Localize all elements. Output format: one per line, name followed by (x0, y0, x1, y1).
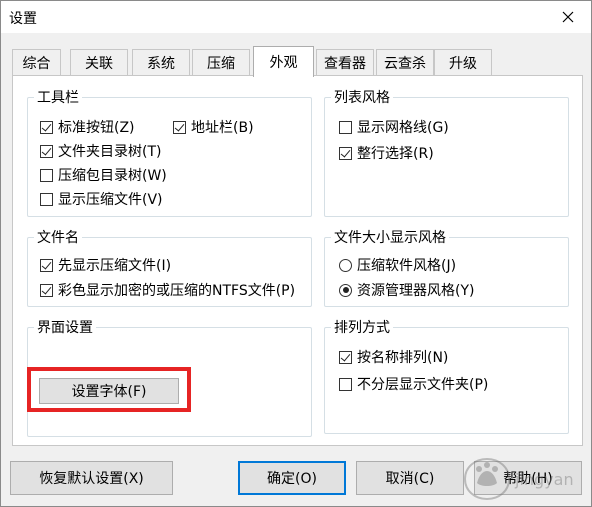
archive-tree-label: 压缩包目录树(W) (58, 168, 167, 184)
folder-tree-label: 文件夹目录树(T) (58, 144, 162, 160)
checkbox-unchecked-icon (40, 168, 53, 182)
checkbox-unchecked-icon (339, 120, 352, 134)
help-button[interactable]: 帮助(H) (474, 461, 582, 495)
folder-tree-checkbox[interactable]: 文件夹目录树(T) (40, 141, 161, 161)
row-select-checkbox[interactable]: 整行选择(R) (339, 143, 434, 163)
archive-tree-checkbox[interactable]: 压缩包目录树(W) (40, 165, 167, 185)
filename-group: 文件名 先显示压缩文件(I) 彩色显示加密的或压缩的NTFS文件(P) (27, 227, 312, 307)
tab-system[interactable]: 系统 (132, 49, 190, 76)
close-icon (562, 11, 574, 23)
size-style-group: 文件大小显示风格 压缩软件风格(J) 资源管理器风格(Y) (324, 227, 569, 307)
show-archives-label: 显示压缩文件(V) (58, 192, 163, 208)
cancel-button[interactable]: 取消(C) (356, 461, 464, 495)
explorer-style-label: 资源管理器风格(Y) (357, 283, 475, 299)
checkbox-checked-icon (339, 350, 352, 364)
color-ntfs-checkbox[interactable]: 彩色显示加密的或压缩的NTFS文件(P) (40, 280, 295, 300)
tab-appearance[interactable]: 外观 (253, 46, 314, 77)
highlight-box (27, 367, 191, 412)
no-folder-layer-checkbox[interactable]: 不分层显示文件夹(P) (339, 374, 488, 394)
by-name-label: 按名称排列(N) (357, 350, 449, 366)
checkbox-checked-icon (40, 258, 53, 272)
sort-group: 排列方式 按名称排列(N) 不分层显示文件夹(P) (324, 317, 569, 434)
show-archives-checkbox[interactable]: 显示压缩文件(V) (40, 189, 163, 209)
radio-selected-icon (339, 283, 352, 297)
by-name-checkbox[interactable]: 按名称排列(N) (339, 347, 448, 367)
std-buttons-label: 标准按钮(Z) (58, 120, 135, 136)
tab-compress[interactable]: 压缩 (192, 49, 250, 76)
checkbox-checked-icon (173, 120, 186, 134)
settings-dialog: 设置 综合 关联 系统 压缩 外观 查看器 云查杀 升级 工具栏 标准按钮(Z)… (0, 0, 592, 507)
tab-general[interactable]: 综合 (12, 49, 61, 76)
filename-group-title: 文件名 (34, 227, 82, 247)
no-folder-layer-label: 不分层显示文件夹(P) (357, 377, 489, 393)
color-ntfs-label: 彩色显示加密的或压缩的NTFS文件(P) (58, 283, 296, 299)
checkbox-checked-icon (40, 283, 53, 297)
archives-first-label: 先显示压缩文件(I) (58, 258, 172, 274)
close-button[interactable] (545, 1, 591, 33)
checkbox-checked-icon (339, 146, 352, 160)
ok-button[interactable]: 确定(O) (238, 461, 346, 495)
compress-style-radio[interactable]: 压缩软件风格(J) (339, 255, 456, 275)
list-style-group-title: 列表风格 (331, 87, 393, 107)
explorer-style-radio[interactable]: 资源管理器风格(Y) (339, 280, 474, 300)
compress-style-label: 压缩软件风格(J) (357, 258, 457, 274)
toolbar-group: 工具栏 标准按钮(Z) 地址栏(B) 文件夹目录树(T) 压缩包目录树(W) 显… (27, 87, 312, 217)
tab-upgrade[interactable]: 升级 (434, 49, 492, 76)
title-bar: 设置 (1, 1, 591, 33)
list-style-group: 列表风格 显示网格线(G) 整行选择(R) (324, 87, 569, 217)
address-bar-label: 地址栏(B) (191, 120, 254, 136)
grid-lines-checkbox[interactable]: 显示网格线(G) (339, 117, 449, 137)
checkbox-checked-icon (40, 120, 53, 134)
sort-group-title: 排列方式 (331, 317, 393, 337)
std-buttons-checkbox[interactable]: 标准按钮(Z) (40, 117, 135, 137)
row-select-label: 整行选择(R) (357, 146, 434, 162)
window-title: 设置 (9, 11, 37, 27)
toolbar-group-title: 工具栏 (34, 87, 82, 107)
ui-settings-group-title: 界面设置 (34, 317, 96, 337)
address-bar-checkbox[interactable]: 地址栏(B) (173, 117, 254, 137)
restore-defaults-button[interactable]: 恢复默认设置(X) (10, 461, 173, 495)
radio-unselected-icon (339, 258, 352, 272)
size-style-group-title: 文件大小显示风格 (331, 227, 449, 247)
grid-lines-label: 显示网格线(G) (357, 120, 449, 136)
checkbox-unchecked-icon (40, 192, 53, 206)
archives-first-checkbox[interactable]: 先显示压缩文件(I) (40, 255, 171, 275)
checkbox-checked-icon (40, 144, 53, 158)
checkbox-unchecked-icon (339, 377, 352, 391)
tab-viewer[interactable]: 查看器 (316, 49, 374, 76)
tab-association[interactable]: 关联 (70, 49, 128, 76)
tab-cloud-scan[interactable]: 云查杀 (376, 49, 434, 76)
